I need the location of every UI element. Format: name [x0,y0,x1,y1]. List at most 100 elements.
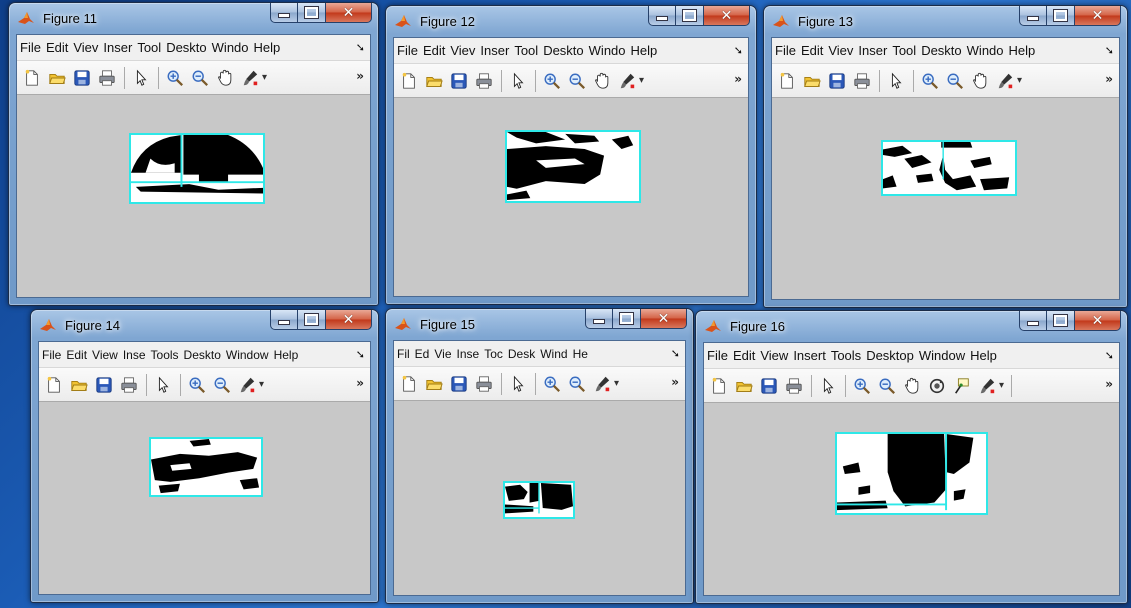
close-button[interactable]: ✕ [641,309,687,329]
menu-file[interactable]: File [397,43,418,58]
brush-dropdown-icon[interactable]: ▾ [614,378,619,389]
figure-12-window[interactable]: Figure 12 ✕ File Edit Viev Inser Tool De… [385,5,757,305]
maximize-button[interactable] [298,310,326,330]
title-bar[interactable]: Figure 14 ✕ [31,310,378,340]
save-icon[interactable] [448,373,470,395]
open-file-icon[interactable] [733,375,755,397]
print-icon[interactable] [118,374,140,396]
brush-icon[interactable] [616,70,638,92]
data-cursor-icon[interactable] [951,375,973,397]
menu-file[interactable]: Fil [397,347,410,361]
menu-tools[interactable]: Tools [831,348,861,363]
toolbar-overflow-icon[interactable]: » [671,375,679,389]
menu-window[interactable]: Window [226,348,269,362]
figure-11-window[interactable]: Figure 11 ✕ File Edit Viev Inser Tool De… [8,2,379,306]
menu-window[interactable]: Windo [212,40,249,55]
edit-plot-arrow-icon[interactable] [507,373,529,395]
menu-window[interactable]: Wind [540,347,567,361]
zoom-in-icon[interactable] [541,373,563,395]
open-file-icon[interactable] [46,67,68,89]
menu-help[interactable]: Help [1009,43,1036,58]
print-icon[interactable] [96,67,118,89]
menu-window[interactable]: Windo [589,43,626,58]
menu-desktop[interactable]: Desk [508,347,535,361]
menu-overflow-icon[interactable]: ➘ [356,348,365,361]
close-button[interactable]: ✕ [326,310,372,330]
menu-desktop[interactable]: Deskto [184,348,221,362]
menu-tools[interactable]: Tool [137,40,161,55]
menu-help[interactable]: He [573,347,588,361]
close-button[interactable]: ✕ [1075,6,1121,26]
brush-icon[interactable] [236,374,258,396]
menu-view[interactable]: Viev [450,43,475,58]
open-file-icon[interactable] [68,374,90,396]
toolbar-overflow-icon[interactable]: » [356,69,364,83]
brush-icon[interactable] [239,67,261,89]
menu-help[interactable]: Help [970,348,997,363]
menu-overflow-icon[interactable]: ➘ [671,347,680,360]
zoom-out-icon[interactable] [566,373,588,395]
menu-insert[interactable]: Inser [858,43,887,58]
close-button[interactable]: ✕ [704,6,750,26]
figure-13-window[interactable]: Figure 13 ✕ File Edit Viev Inser Tool De… [763,5,1128,308]
new-figure-icon[interactable] [398,373,420,395]
menu-edit[interactable]: Edit [423,43,445,58]
menu-overflow-icon[interactable]: ➘ [1105,44,1114,57]
figure-16-window[interactable]: Figure 16 ✕ File Edit View Insert Tools … [695,310,1128,604]
menu-insert[interactable]: Insert [793,348,826,363]
edit-plot-arrow-icon[interactable] [152,374,174,396]
open-file-icon[interactable] [423,70,445,92]
menu-insert[interactable]: Inse [123,348,146,362]
print-icon[interactable] [473,373,495,395]
rotate-3d-icon[interactable] [926,375,948,397]
menu-help[interactable]: Help [631,43,658,58]
print-icon[interactable] [783,375,805,397]
minimize-button[interactable] [1019,311,1047,331]
title-bar[interactable]: Figure 16 ✕ [696,311,1127,341]
open-file-icon[interactable] [423,373,445,395]
print-icon[interactable] [851,70,873,92]
zoom-out-icon[interactable] [876,375,898,397]
save-icon[interactable] [448,70,470,92]
new-figure-icon[interactable] [398,70,420,92]
zoom-in-icon[interactable] [164,67,186,89]
toolbar-overflow-icon[interactable]: » [1105,377,1113,391]
menu-view[interactable]: Viev [828,43,853,58]
menu-edit[interactable]: Edit [66,348,87,362]
menu-insert[interactable]: Inse [457,347,480,361]
edit-plot-arrow-icon[interactable] [817,375,839,397]
save-icon[interactable] [826,70,848,92]
brush-dropdown-icon[interactable]: ▾ [262,72,267,83]
menu-file[interactable]: File [775,43,796,58]
minimize-button[interactable] [648,6,676,26]
maximize-button[interactable] [1047,6,1075,26]
menu-overflow-icon[interactable]: ➘ [1105,349,1114,362]
toolbar-overflow-icon[interactable]: » [356,376,364,390]
menu-desktop[interactable]: Deskto [543,43,583,58]
toolbar-overflow-icon[interactable]: » [734,72,742,86]
menu-view[interactable]: Vie [434,347,451,361]
menu-desktop[interactable]: Desktop [866,348,914,363]
minimize-button[interactable] [585,309,613,329]
new-figure-icon[interactable] [776,70,798,92]
new-figure-icon[interactable] [708,375,730,397]
save-icon[interactable] [71,67,93,89]
brush-icon[interactable] [591,373,613,395]
brush-dropdown-icon[interactable]: ▾ [639,75,644,86]
minimize-button[interactable] [1019,6,1047,26]
title-bar[interactable]: Figure 11 ✕ [9,3,378,33]
brush-icon[interactable] [994,70,1016,92]
brush-icon[interactable] [976,375,998,397]
menu-edit[interactable]: Edit [733,348,755,363]
menu-overflow-icon[interactable]: ➘ [356,41,365,54]
zoom-in-icon[interactable] [186,374,208,396]
menu-window[interactable]: Windo [967,43,1004,58]
zoom-out-icon[interactable] [189,67,211,89]
brush-dropdown-icon[interactable]: ▾ [1017,75,1022,86]
open-file-icon[interactable] [801,70,823,92]
maximize-button[interactable] [298,3,326,23]
menu-tools[interactable]: Toc [484,347,503,361]
figure-15-window[interactable]: Figure 15 ✕ Fil Ed Vie Inse Toc Desk Win… [385,308,694,604]
zoom-out-icon[interactable] [944,70,966,92]
edit-plot-arrow-icon[interactable] [885,70,907,92]
